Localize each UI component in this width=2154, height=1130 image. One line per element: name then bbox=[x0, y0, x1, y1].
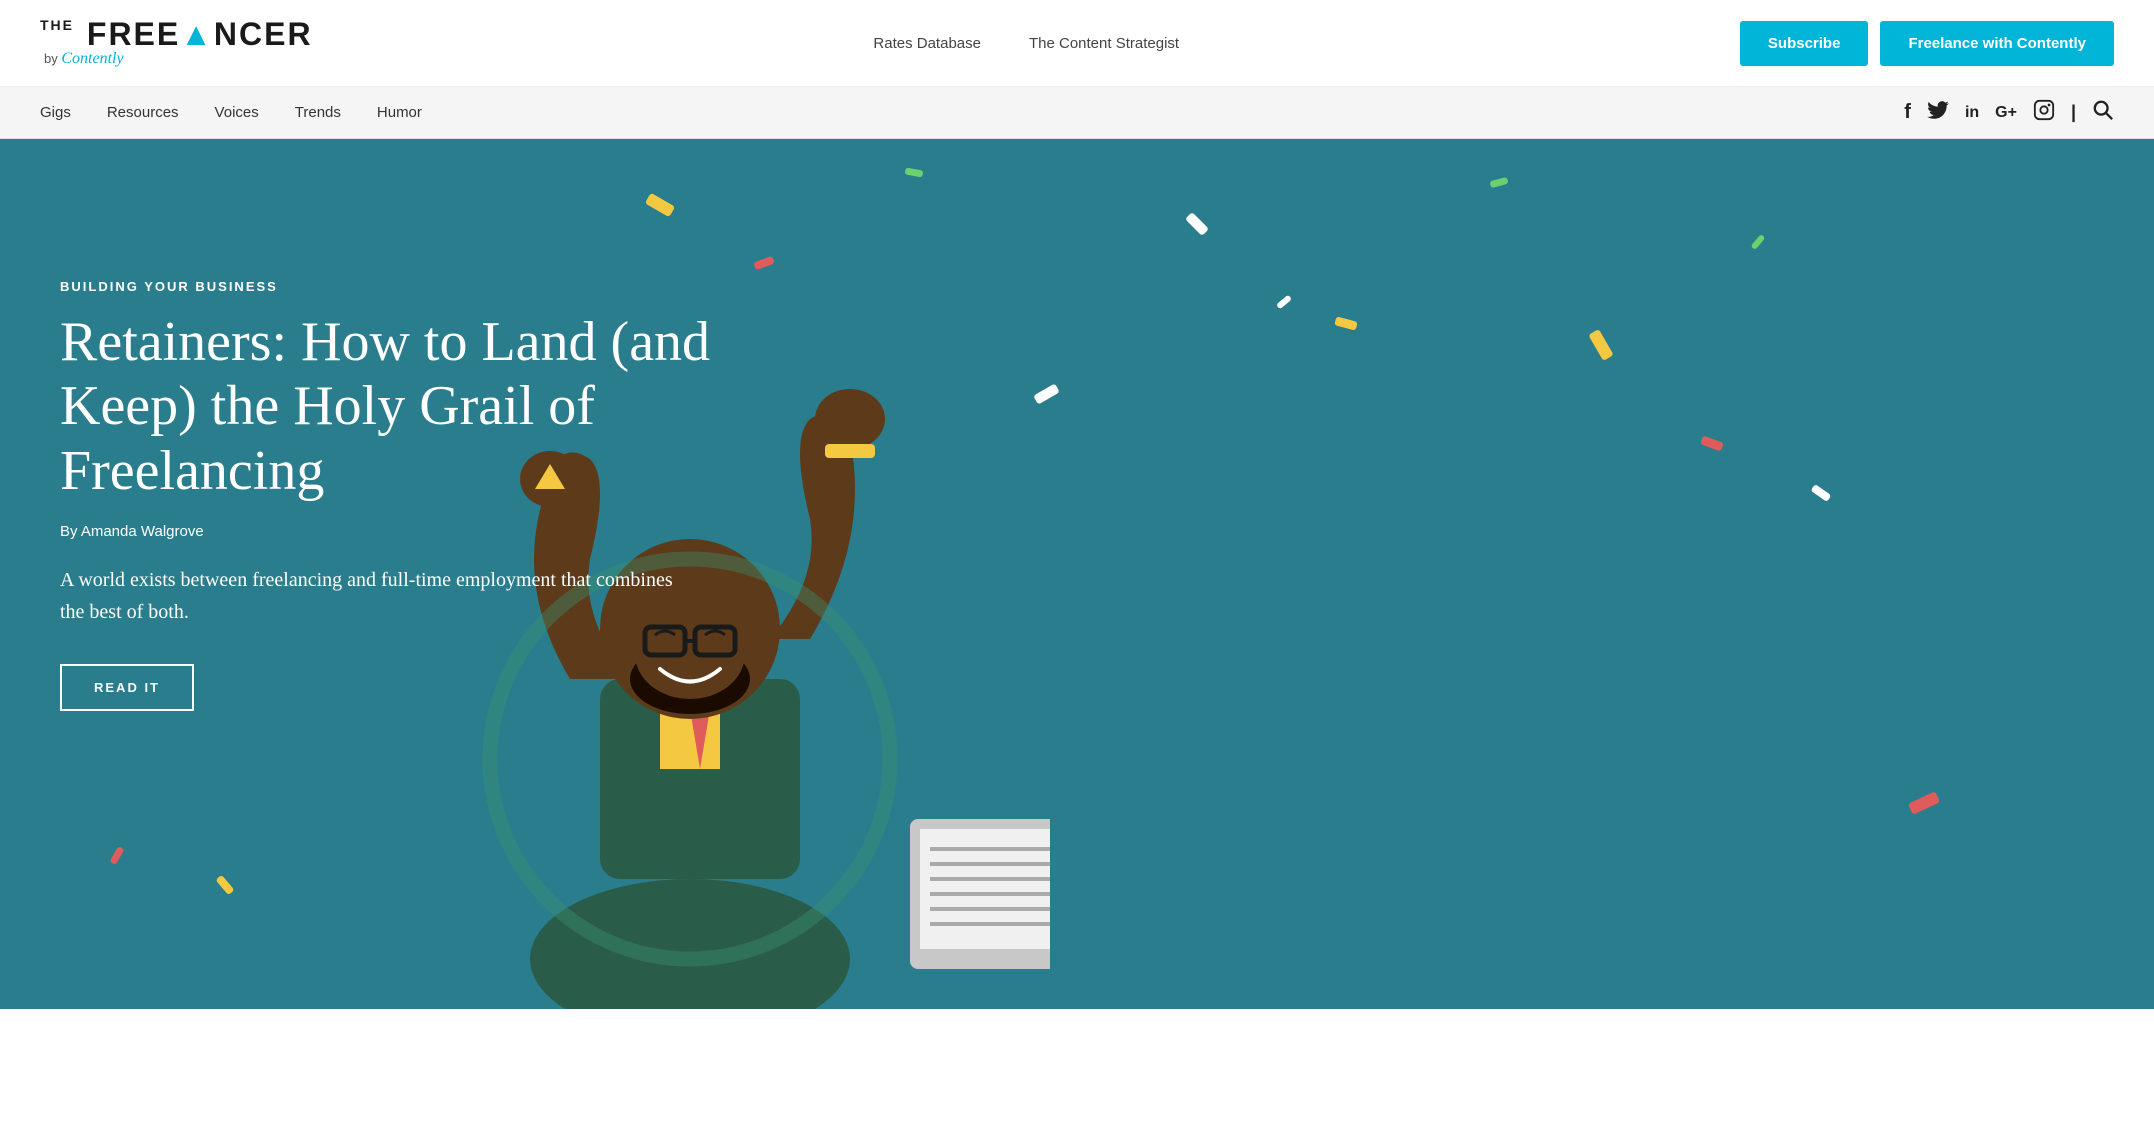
hero-content: BUILDING YOUR BUSINESS Retainers: How to… bbox=[60, 279, 760, 711]
logo-triangle: ▲ bbox=[180, 16, 214, 52]
instagram-icon[interactable] bbox=[2033, 99, 2055, 126]
confetti-15 bbox=[109, 846, 124, 865]
secondary-nav: Gigs Resources Voices Trends Humor f in … bbox=[0, 87, 2154, 139]
hero-author: By Amanda Walgrove bbox=[60, 523, 760, 540]
nav-strategist[interactable]: The Content Strategist bbox=[1029, 35, 1179, 52]
hero-category: BUILDING YOUR BUSINESS bbox=[60, 279, 760, 294]
linkedin-icon[interactable]: in bbox=[1965, 104, 1979, 122]
hero-section: BUILDING YOUR BUSINESS Retainers: How to… bbox=[0, 139, 2154, 1009]
confetti-12 bbox=[1810, 484, 1831, 502]
freelance-button[interactable]: Freelance with Contently bbox=[1880, 21, 2114, 66]
search-icon[interactable] bbox=[2092, 99, 2114, 126]
nav-resources[interactable]: Resources bbox=[107, 104, 179, 121]
secondary-nav-links: Gigs Resources Voices Trends Humor bbox=[40, 104, 422, 121]
logo-by: by bbox=[44, 51, 58, 66]
confetti-8 bbox=[904, 167, 923, 177]
confetti-11 bbox=[1907, 791, 1939, 815]
hero-excerpt: A world exists between freelancing and f… bbox=[60, 564, 680, 628]
nav-rates[interactable]: Rates Database bbox=[873, 35, 981, 52]
nav-humor[interactable]: Humor bbox=[377, 104, 422, 121]
confetti-6 bbox=[1276, 295, 1292, 310]
social-icons: f in G+ | bbox=[1904, 99, 2114, 126]
subscribe-button[interactable]: Subscribe bbox=[1740, 21, 1869, 66]
logo-subtitle: by Contently bbox=[44, 50, 124, 68]
logo-contently: Contently bbox=[61, 50, 123, 67]
hero-title: Retainers: How to Land (and Keep) the Ho… bbox=[60, 310, 760, 503]
read-it-button[interactable]: READ IT bbox=[60, 664, 194, 711]
confetti-14 bbox=[1335, 316, 1359, 330]
logo-text: THE FREE▲NCER bbox=[40, 18, 313, 50]
confetti-5 bbox=[1588, 329, 1613, 361]
nav-voices[interactable]: Voices bbox=[215, 104, 259, 121]
confetti-3 bbox=[1185, 212, 1209, 236]
confetti-4 bbox=[1489, 177, 1508, 188]
confetti-1 bbox=[645, 193, 675, 217]
nav-trends[interactable]: Trends bbox=[295, 104, 341, 121]
header-buttons: Subscribe Freelance with Contently bbox=[1740, 21, 2114, 66]
twitter-icon[interactable] bbox=[1927, 101, 1949, 124]
googleplus-icon[interactable]: G+ bbox=[1995, 104, 2017, 122]
facebook-icon[interactable]: f bbox=[1904, 101, 1911, 124]
logo[interactable]: THE FREE▲NCER by Contently bbox=[40, 18, 313, 68]
confetti-7 bbox=[1700, 436, 1724, 452]
social-divider: | bbox=[2071, 102, 2076, 123]
confetti-13 bbox=[1751, 234, 1766, 250]
site-header: THE FREE▲NCER by Contently Rates Databas… bbox=[0, 0, 2154, 87]
header-nav: Rates Database The Content Strategist bbox=[873, 35, 1179, 52]
logo-the: THE bbox=[40, 17, 74, 33]
confetti-10 bbox=[216, 875, 235, 895]
nav-gigs[interactable]: Gigs bbox=[40, 104, 71, 121]
